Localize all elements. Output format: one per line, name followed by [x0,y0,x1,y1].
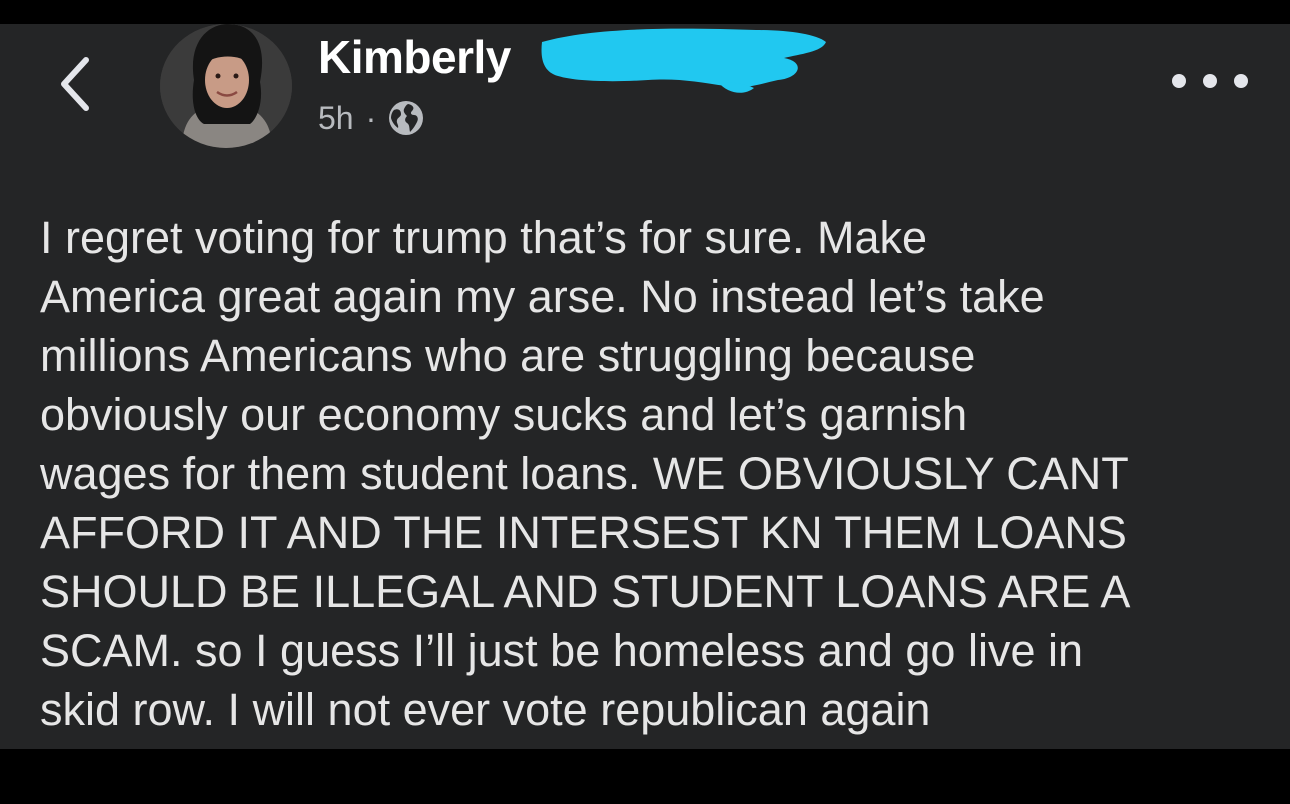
redaction-scribble [541,28,826,93]
more-dot-icon [1172,74,1186,88]
globe-icon[interactable] [386,98,426,138]
avatar[interactable] [160,24,292,148]
post-text-line: obviously our economy sucks and let’s ga… [40,389,968,440]
more-dot-icon [1234,74,1248,88]
profile-photo [160,24,292,148]
post-text-line: America great again my arse. No instead … [40,271,1045,322]
post-text-line: SCAM. so I guess I’ll just be homeless a… [40,625,1083,676]
post-body: I regret voting for trump that’s for sur… [40,208,1260,739]
meta-separator: · [365,99,377,136]
chevron-left-icon [61,57,89,111]
back-button[interactable] [48,54,108,114]
more-options-button[interactable] [1172,66,1248,96]
more-dot-icon [1203,74,1217,88]
post-meta: 5h · [318,98,426,138]
post-text-line: SHOULD BE ILLEGAL AND STUDENT LOANS ARE … [40,566,1131,617]
post-text-line: AFFORD IT AND THE INTERSEST KN THEM LOAN… [40,507,1127,558]
post-timestamp[interactable]: 5h [318,100,354,137]
post-text-line: skid row. I will not ever vote republica… [40,684,931,735]
post-text-line: millions Americans who are struggling be… [40,330,976,381]
author-name[interactable]: Kimberly [318,30,511,84]
post-screen: Kimberly 5h · I regret voting for trump … [0,24,1290,749]
post-text-line: I regret voting for trump that’s for sur… [40,212,928,263]
post-text-line: wages for them student loans. WE OBVIOUS… [40,448,1129,499]
